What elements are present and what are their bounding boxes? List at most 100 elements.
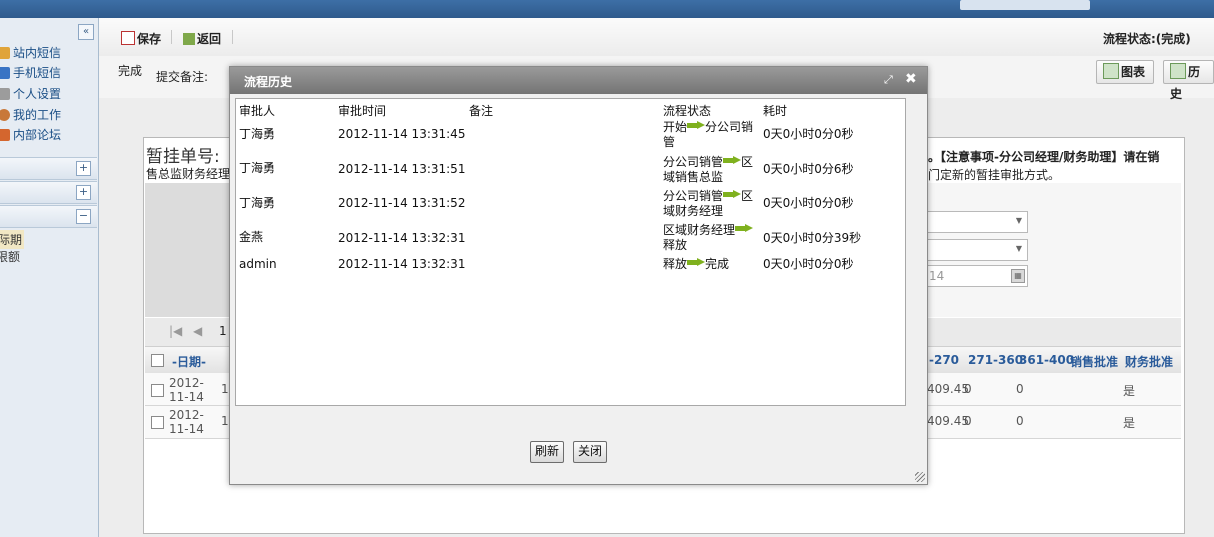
toolbar: 保存 返回 流程状态:(完成) (99, 18, 1214, 57)
history-icon (1170, 63, 1186, 79)
row-duration: 0天0小时0分0秒 (763, 127, 854, 141)
status-to: 释放 (663, 238, 688, 252)
sidebar-sub-item[interactable]: 际期 (0, 230, 25, 249)
row-v2: 0 (1016, 382, 1024, 396)
resize-handle-icon[interactable] (915, 472, 925, 482)
save-icon (121, 31, 135, 45)
col-header-remark: 备注 (469, 104, 494, 118)
row-status: 开始 分公司销管 (663, 120, 759, 150)
history-table: 审批人 审批时间 备注 流程状态 耗时 丁海勇 2012-11-14 13:31… (235, 98, 906, 406)
prev-page-icon[interactable]: ◀ (193, 324, 202, 338)
col-header-approver: 审批人 (239, 104, 276, 118)
sidebar-section-3[interactable]: − (0, 205, 97, 228)
sidebar-item-mail[interactable]: 站内短信 (0, 43, 61, 63)
row-duration: 0天0小时0分0秒 (763, 196, 854, 210)
chart-button[interactable]: 图表 (1096, 60, 1155, 84)
row-checkbox[interactable] (151, 416, 164, 429)
calendar-icon[interactable]: ▦ (1011, 269, 1025, 283)
row-checkbox[interactable] (151, 384, 164, 397)
grid-header-col[interactable]: 271-360 (968, 353, 1023, 367)
grid-header-col[interactable]: 361-400 (1019, 353, 1074, 367)
sidebar-item-mywork[interactable]: 我的工作 (0, 105, 61, 125)
subtitle-left: 售总监财务经理 (146, 167, 231, 181)
chevron-down-icon: ▼ (1015, 244, 1023, 253)
row-col-a: 1 (221, 382, 229, 396)
row-duration: 0天0小时0分0秒 (763, 257, 854, 271)
expand-icon[interactable]: + (76, 161, 91, 176)
row-col-a: 1 (221, 414, 229, 428)
row-v1: 0 (964, 382, 972, 396)
expand-icon[interactable]: + (76, 185, 91, 200)
back-icon (183, 33, 195, 45)
row-date: 2012-11-14 (169, 376, 204, 404)
workflow-status: 流程状态:(完成) (1103, 32, 1191, 46)
date-field[interactable]: 14 ▦ (926, 265, 1028, 287)
row-time: 2012-11-14 13:31:52 (338, 196, 466, 210)
notice-text: 。【注意事项-分公司经理/财务助理】请在销 (928, 150, 1160, 164)
status-from: 区域财务经理 (663, 223, 736, 237)
grid-header-col[interactable]: -270 (929, 353, 959, 367)
user-icon (0, 109, 10, 121)
sidebar-sub-item[interactable]: 限额 (0, 248, 20, 265)
row-time: 2012-11-14 13:32:31 (338, 257, 466, 271)
sidebar-item-sms[interactable]: 手机短信 (0, 63, 61, 83)
top-search-box[interactable] (960, 0, 1090, 10)
top-banner (0, 0, 1214, 18)
save-button[interactable]: 保存 (121, 30, 161, 47)
collapse-icon[interactable]: − (76, 209, 91, 224)
sidebar-section-2[interactable]: + (0, 181, 97, 204)
chart-icon (1103, 63, 1119, 79)
grid-header-date[interactable]: -日期- (172, 353, 206, 370)
close-button[interactable]: 关闭 (573, 441, 608, 463)
col-header-status: 流程状态 (663, 104, 712, 118)
row-v2: 0 (1016, 414, 1024, 428)
select-field[interactable]: ▼ (926, 239, 1028, 261)
row-duration: 0天0小时0分39秒 (763, 231, 862, 245)
back-label: 返回 (197, 32, 222, 46)
sidebar-collapse-button[interactable]: « (78, 24, 94, 40)
page-number[interactable]: 1 (219, 324, 227, 338)
sidebar-section-1[interactable]: + (0, 157, 97, 180)
row-status: 释放 完成 (663, 257, 759, 272)
form-label-column (145, 183, 231, 317)
arrow-right-icon (687, 258, 706, 267)
select-field[interactable]: ▼ (926, 211, 1028, 233)
row-time: 2012-11-14 13:31:51 (338, 162, 466, 176)
sidebar-item-label: 内部论坛 (13, 128, 62, 142)
row-amount: 409.45 (927, 382, 969, 396)
sidebar-item-settings[interactable]: 个人设置 (0, 84, 61, 104)
close-icon[interactable]: ✖ (905, 71, 917, 87)
back-button[interactable]: 返回 (183, 30, 221, 47)
grid-header-col[interactable]: 销售批准 (1070, 353, 1118, 370)
grid-header-col[interactable]: 财务批准 (1125, 353, 1173, 370)
row-approver: 丁海勇 (239, 127, 276, 141)
dialog-titlebar[interactable]: 流程历史 ⤢ ✖ (230, 67, 927, 94)
row-time: 2012-11-14 13:32:31 (338, 231, 466, 245)
row-approver: admin (239, 257, 277, 271)
row-duration: 0天0小时0分6秒 (763, 162, 854, 176)
sidebar-item-label: 个人设置 (13, 87, 62, 101)
sidebar-item-forum[interactable]: 内部论坛 (0, 125, 61, 145)
maximize-icon[interactable]: ⤢ (884, 73, 893, 87)
left-sidebar: « 站内短信 手机短信 个人设置 我的工作 内部论坛 + + − 际期 限额 (0, 18, 99, 537)
save-label: 保存 (137, 32, 162, 46)
row-finance-approved: 是 (1123, 384, 1136, 398)
history-button[interactable]: 历史 (1163, 60, 1214, 101)
pencil-icon (0, 88, 10, 100)
row-status: 分公司销管 区域销售总监 (663, 155, 759, 185)
select-all-checkbox[interactable] (151, 354, 164, 367)
refresh-button[interactable]: 刷新 (530, 441, 565, 463)
arrow-right-icon (735, 224, 754, 233)
first-page-icon[interactable]: |◀ (169, 324, 182, 338)
row-v1: 0 (964, 414, 972, 428)
row-finance-approved: 是 (1123, 416, 1136, 430)
row-approver: 丁海勇 (239, 196, 276, 210)
process-history-dialog: 流程历史 ⤢ ✖ 审批人 审批时间 备注 流程状态 耗时 丁海勇 2012-11… (229, 66, 928, 485)
arrow-right-icon (723, 156, 742, 165)
row-amount: 409.45 (927, 414, 969, 428)
chart-label: 图表 (1121, 65, 1146, 79)
sidebar-item-label: 站内短信 (13, 46, 62, 60)
col-header-duration: 耗时 (763, 104, 788, 118)
row-approver: 金燕 (239, 230, 264, 244)
row-status: 分公司销管 区域财务经理 (663, 189, 759, 219)
